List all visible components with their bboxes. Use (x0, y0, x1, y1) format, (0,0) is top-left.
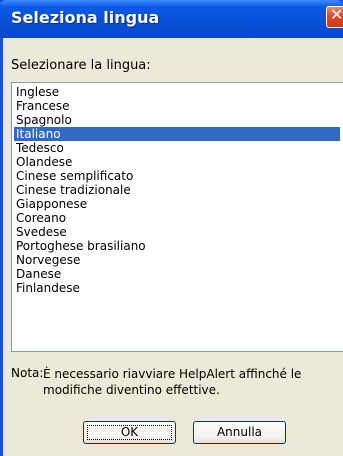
ok-button[interactable]: OK (83, 421, 176, 444)
language-item-tedesco[interactable]: Tedesco (14, 141, 340, 155)
language-item-coreano[interactable]: Coreano (14, 211, 340, 225)
window-title: Seleziona lingua (11, 8, 160, 27)
dialog-body: Selezionare la lingua: Inglese Francese … (3, 38, 343, 456)
focus-rectangle (87, 425, 172, 440)
language-item-cinese-semplificato[interactable]: Cinese semplificato (14, 169, 340, 183)
language-item-finlandese[interactable]: Finlandese (14, 281, 340, 295)
cancel-button[interactable]: Annulla (193, 421, 286, 444)
dialog-window: Seleziona lingua ✕ Selezionare la lingua… (0, 0, 343, 456)
language-item-olandese[interactable]: Olandese (14, 155, 340, 169)
language-prompt: Selezionare la lingua: (11, 58, 151, 73)
language-item-spagnolo[interactable]: Spagnolo (14, 113, 340, 127)
note-label: Nota: (11, 366, 44, 380)
language-item-cinese-tradizionale[interactable]: Cinese tradizionale (14, 183, 340, 197)
language-item-inglese[interactable]: Inglese (14, 85, 340, 99)
language-item-francese[interactable]: Francese (14, 99, 340, 113)
language-item-giapponese[interactable]: Giapponese (14, 197, 340, 211)
title-bar[interactable]: Seleziona lingua ✕ (0, 0, 343, 38)
language-item-danese[interactable]: Danese (14, 267, 340, 281)
cancel-button-label: Annulla (216, 425, 263, 439)
language-item-svedese[interactable]: Svedese (14, 225, 340, 239)
language-item-norvegese[interactable]: Norvegese (14, 253, 340, 267)
language-item-portoghese-brasiliano[interactable]: Portoghese brasiliano (14, 239, 340, 253)
language-list[interactable]: Inglese Francese Spagnolo Italiano Tedes… (11, 82, 343, 352)
close-button[interactable]: ✕ (326, 5, 343, 28)
language-item-italiano[interactable]: Italiano (14, 127, 340, 141)
note-text: È necessario riavviare HelpAlert affinch… (43, 367, 302, 397)
close-icon: ✕ (330, 5, 343, 24)
